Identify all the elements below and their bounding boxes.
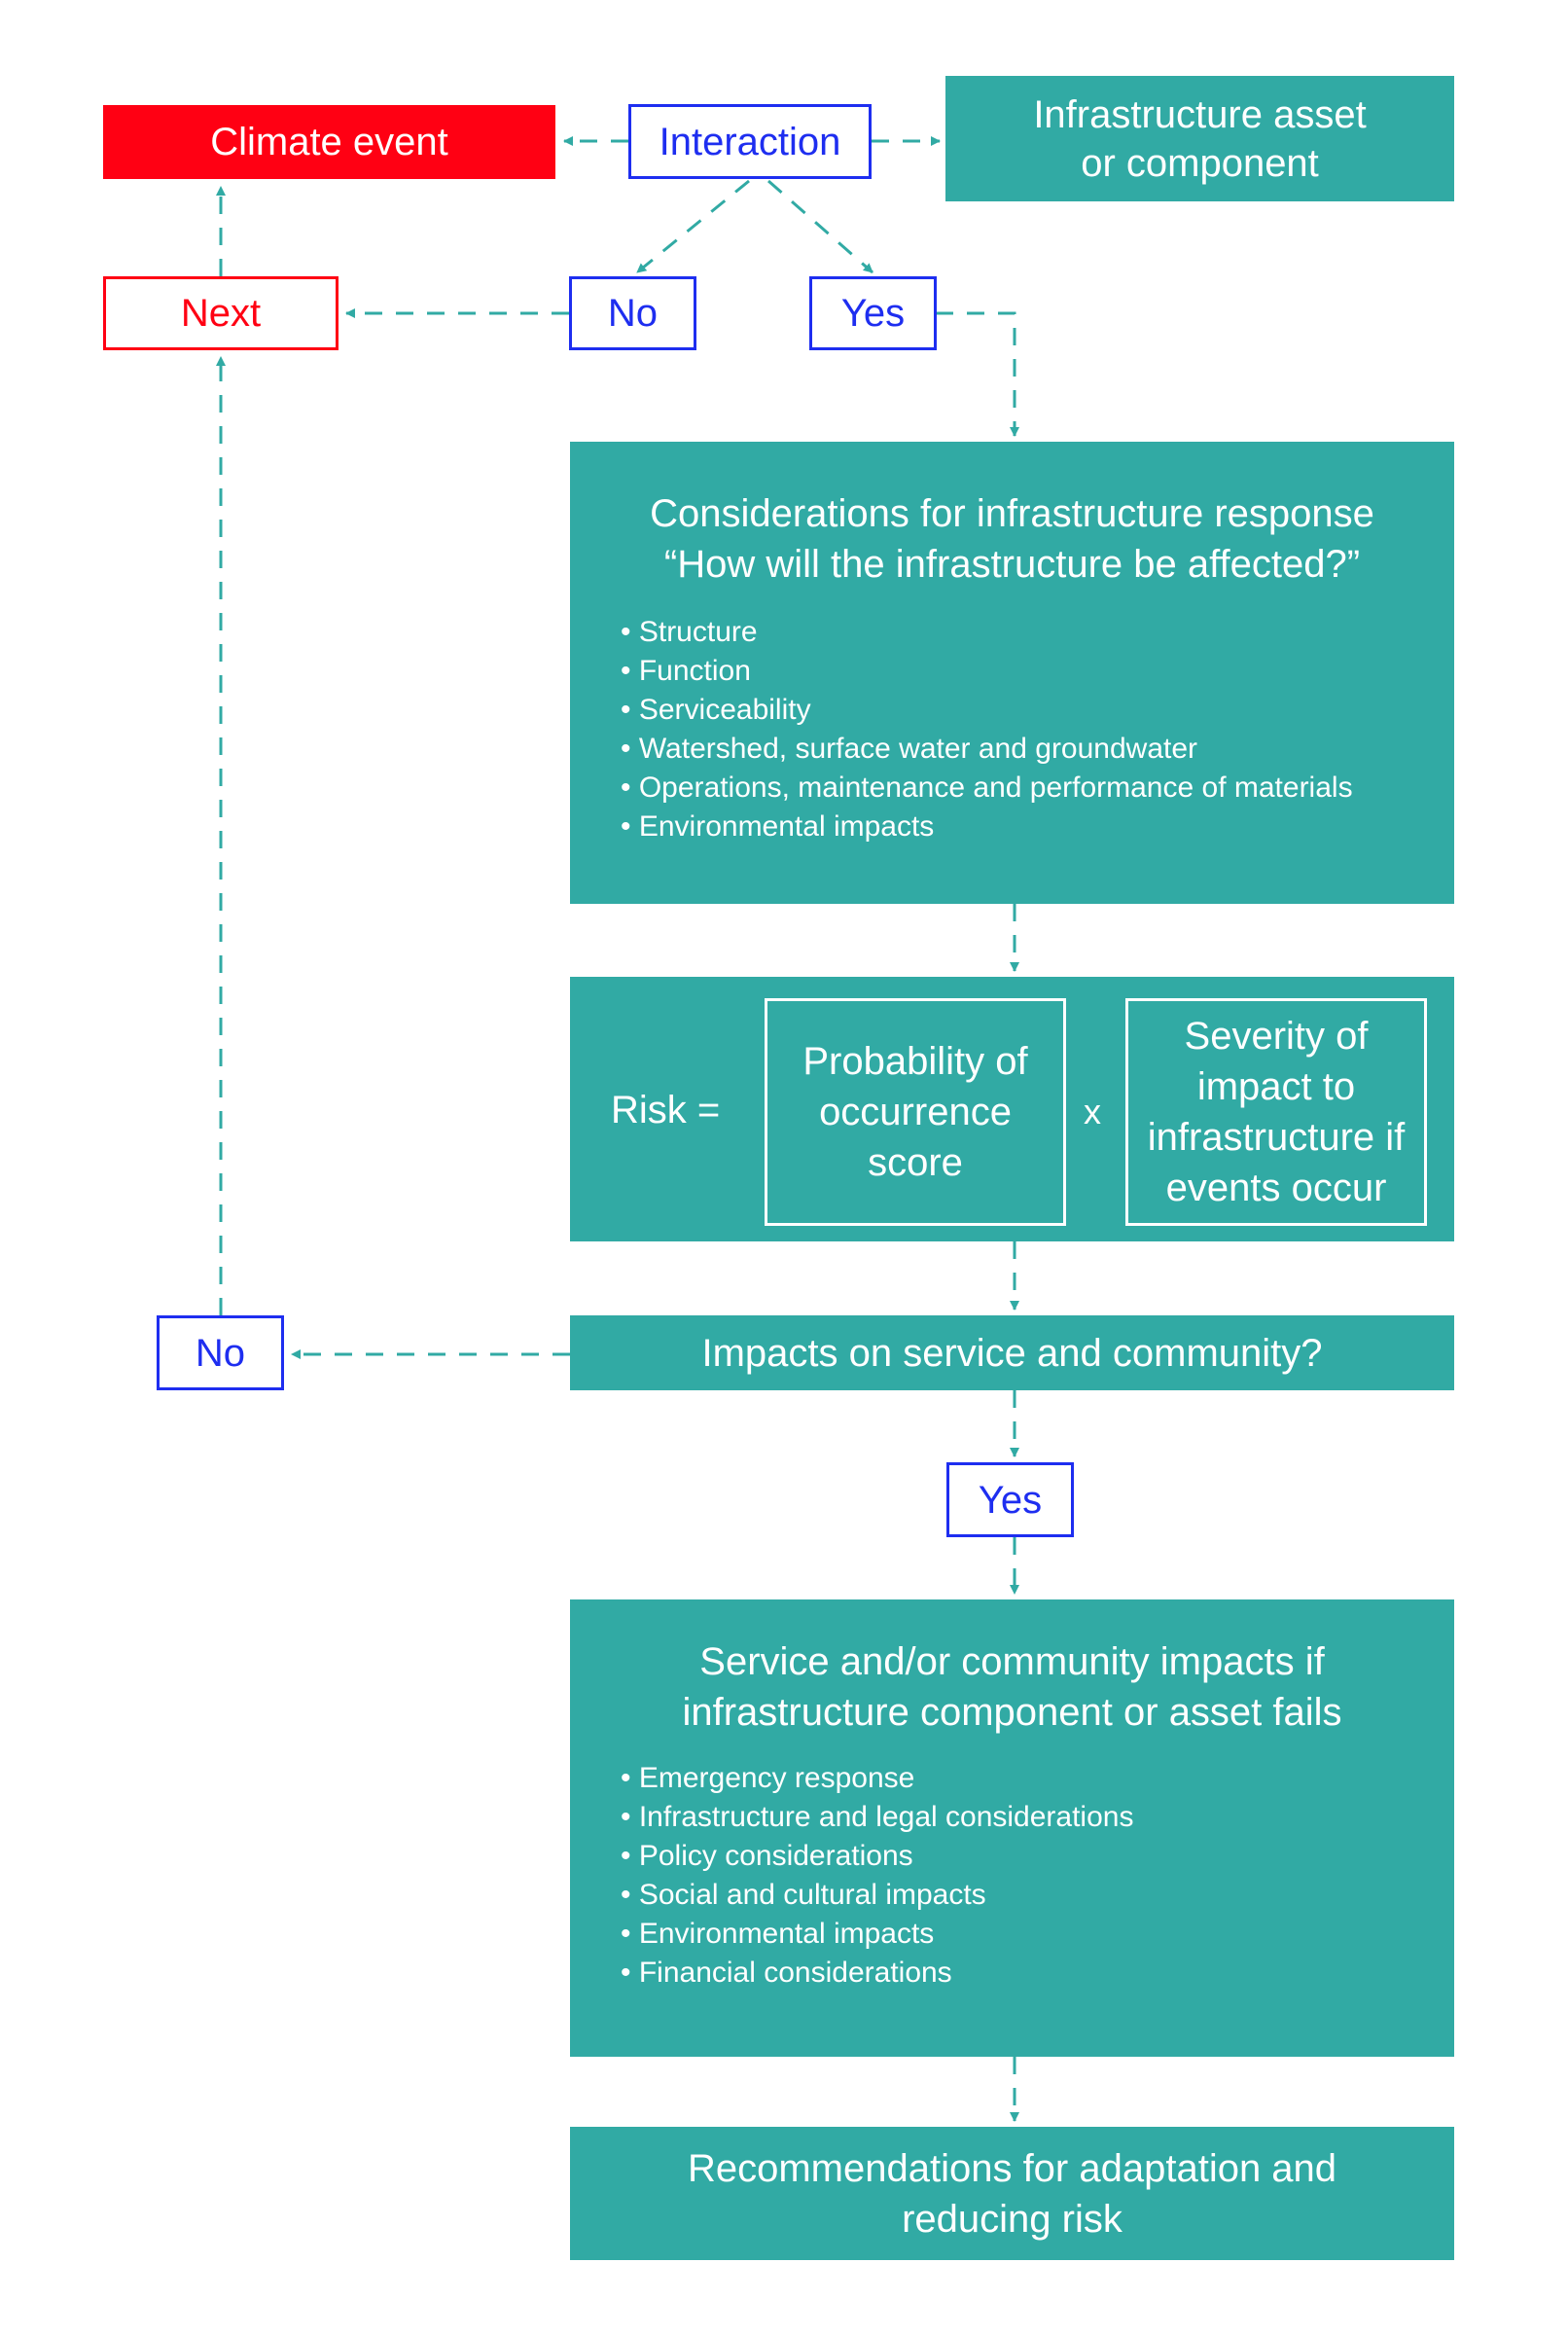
edge-interaction-to-no	[636, 179, 750, 274]
interaction-label: Interaction	[659, 120, 841, 163]
no-label-bottom: No	[195, 1331, 246, 1375]
service-impacts-item: Social and cultural impacts	[621, 1876, 1133, 1915]
service-impacts-item: Infrastructure and legal considerations	[621, 1798, 1134, 1837]
recommendations-label: Recommendations for adaptation and reduc…	[687, 2146, 1337, 2241]
climate-event-node: Climate event	[103, 105, 555, 179]
severity-label: Severity of impact to infrastructure if …	[1147, 1015, 1406, 1209]
recommendations-node: Recommendations for adaptation and reduc…	[570, 2127, 1454, 2260]
interaction-node: Interaction	[628, 104, 872, 179]
yes-label-bottom: Yes	[978, 1478, 1043, 1522]
service-impacts-item: Environmental impacts	[621, 1915, 1133, 1954]
service-impacts-item: Emergency response	[621, 1759, 1133, 1798]
service-impacts-list: Emergency response Infrastructure and le…	[621, 1759, 1134, 1993]
considerations-item: Function	[621, 652, 1353, 691]
edge-yes-to-considerations	[936, 311, 1019, 437]
infrastructure-asset-node: Infrastructure asset or component	[945, 76, 1454, 201]
service-impacts-item: Policy considerations	[621, 1837, 1133, 1876]
risk-label: Risk =	[611, 1089, 721, 1132]
no-decision-bottom: No	[157, 1315, 284, 1390]
considerations-node: Considerations for infrastructure respon…	[570, 442, 1454, 904]
multiply-operator: x	[1084, 1092, 1101, 1132]
climate-event-label: Climate event	[210, 121, 448, 163]
considerations-list: Structure Function Serviceability Waters…	[621, 613, 1353, 846]
considerations-item: Watershed, surface water and groundwater	[621, 730, 1353, 769]
considerations-item: Structure	[621, 613, 1353, 652]
next-node: Next	[103, 276, 339, 350]
service-impacts-item: Financial considerations	[621, 1954, 1133, 1993]
edge-interaction-to-yes	[767, 179, 873, 274]
considerations-title: Considerations for infrastructure respon…	[650, 492, 1374, 535]
yes-decision-bottom: Yes	[946, 1462, 1074, 1537]
yes-decision-top: Yes	[809, 276, 937, 350]
impacts-question-label: Impacts on service and community?	[701, 1331, 1323, 1375]
risk-node: Risk = Probability of occurrence score x…	[570, 977, 1454, 1241]
yes-label-top: Yes	[840, 292, 906, 335]
next-label: Next	[180, 292, 262, 335]
considerations-item: Serviceability	[621, 691, 1353, 730]
infrastructure-asset-label: Infrastructure asset or component	[1033, 92, 1367, 185]
severity-box: Severity of impact to infrastructure if …	[1125, 998, 1427, 1226]
impacts-question-node: Impacts on service and community?	[570, 1315, 1454, 1390]
service-impacts-title: Service and/or community impacts if infr…	[682, 1640, 1342, 1734]
considerations-subtitle: “How will the infrastructure be affected…	[663, 543, 1361, 586]
service-impacts-node: Service and/or community impacts if infr…	[570, 1599, 1454, 2057]
no-decision-top: No	[569, 276, 696, 350]
considerations-item: Environmental impacts	[621, 808, 1353, 846]
considerations-item: Operations, maintenance and performance …	[621, 769, 1353, 808]
no-label-top: No	[607, 292, 659, 335]
probability-box: Probability of occurrence score	[765, 998, 1066, 1226]
probability-label: Probability of occurrence score	[802, 1040, 1028, 1184]
